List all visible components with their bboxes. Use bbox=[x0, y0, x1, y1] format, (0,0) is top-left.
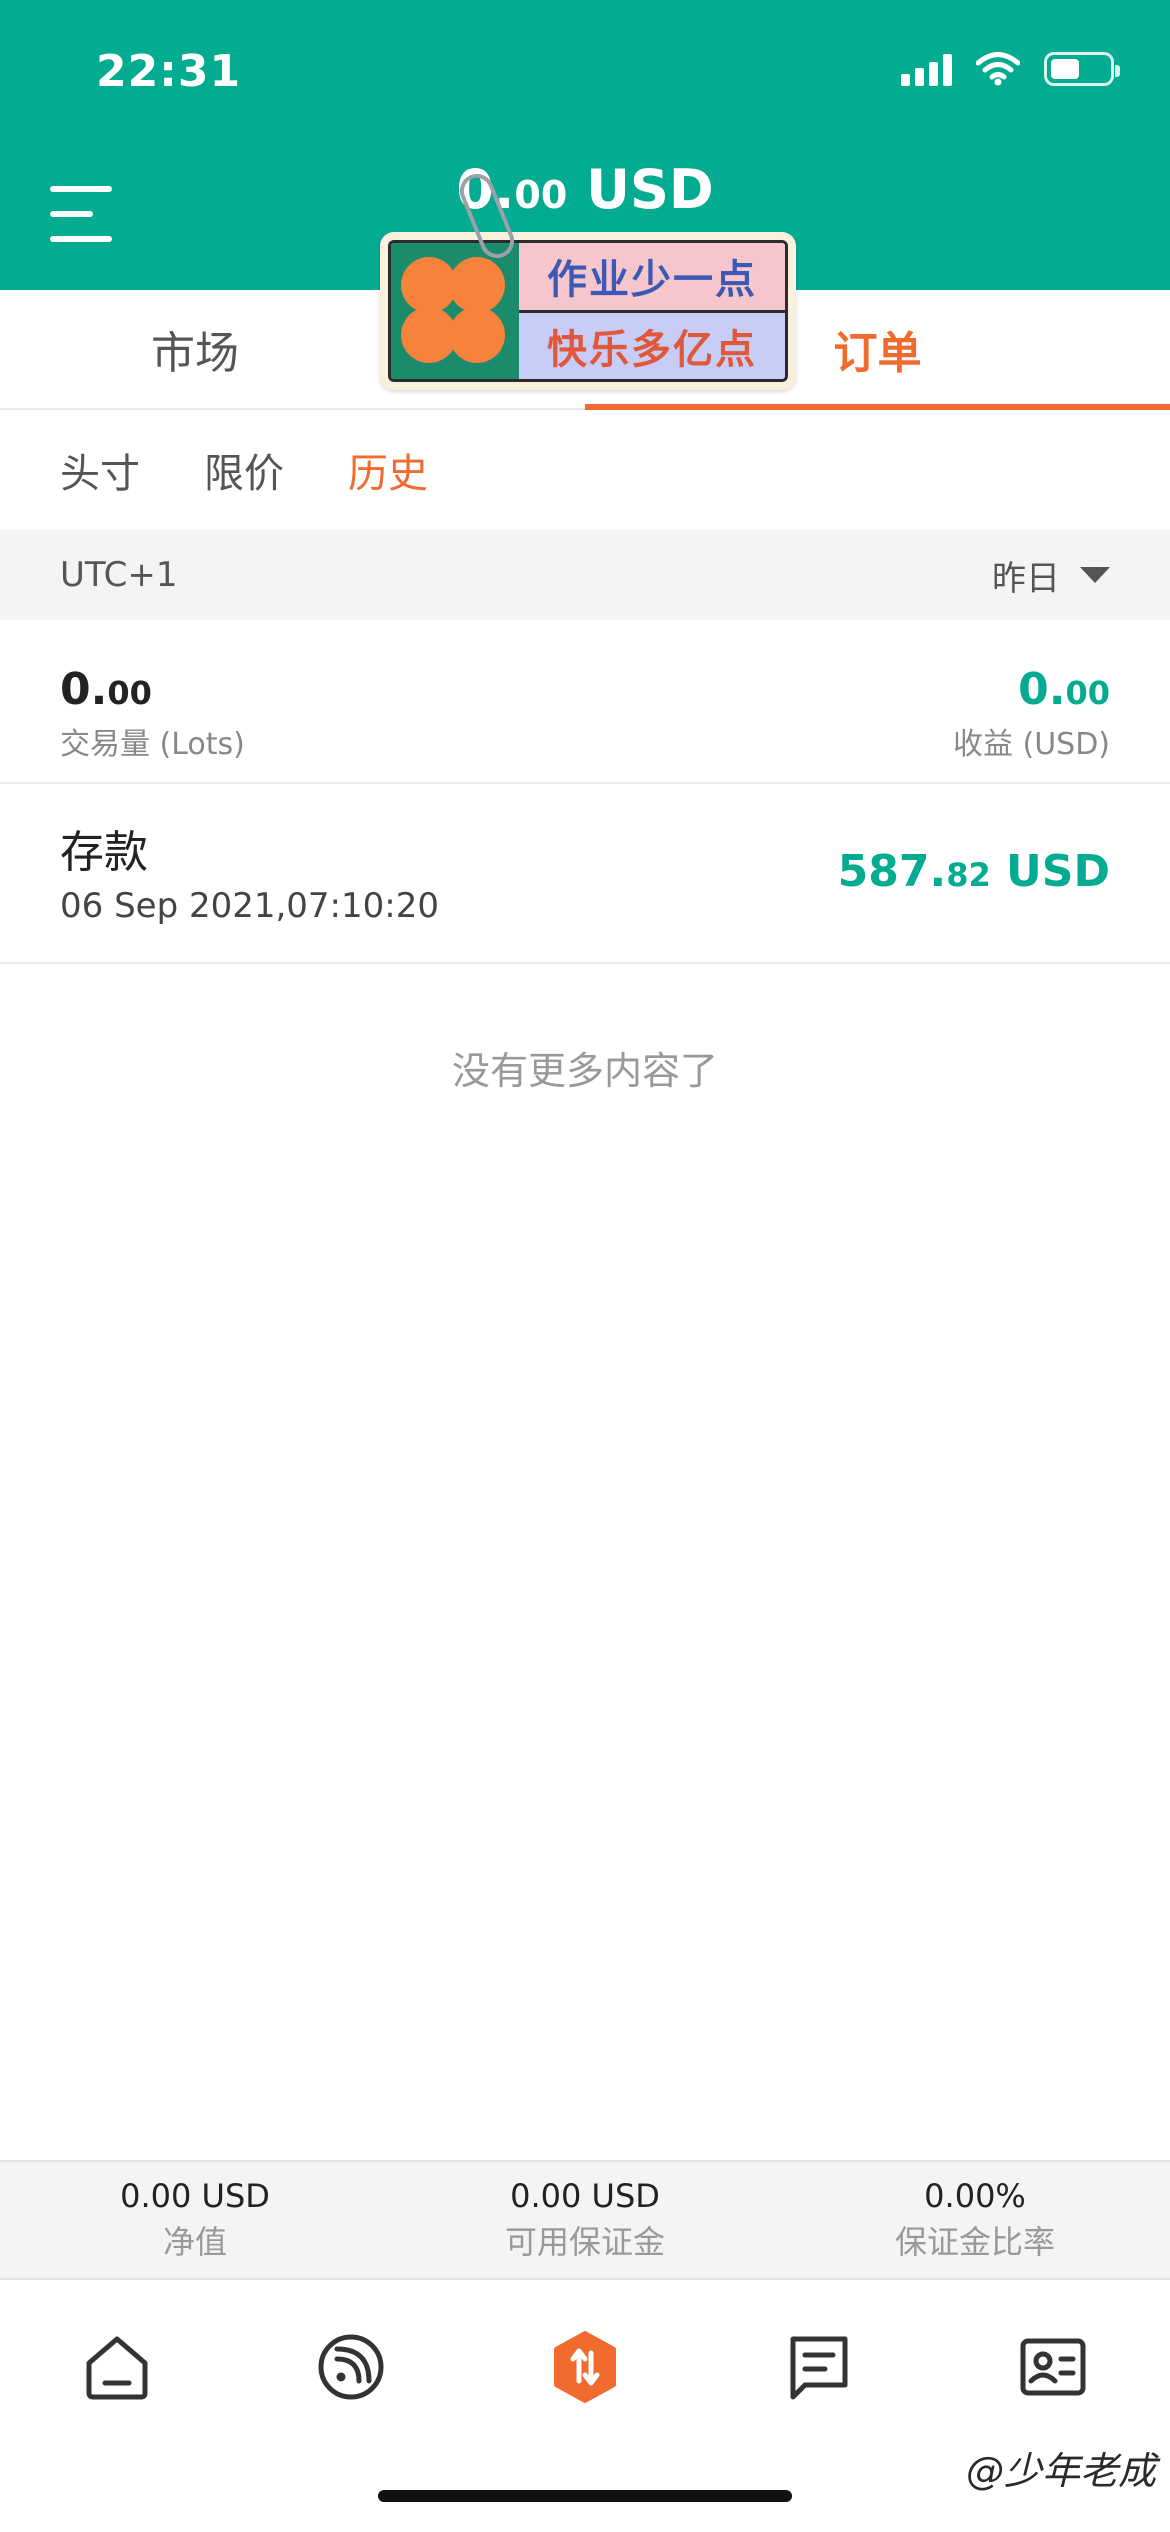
stat-label: 净值 bbox=[162, 2223, 227, 2261]
stat-free-margin: 0.00 USD 可用保证金 bbox=[390, 2162, 780, 2278]
home-icon bbox=[86, 2336, 148, 2400]
sticker-text-line1: 作业少一点 bbox=[519, 243, 785, 313]
tab-market[interactable]: 市场 bbox=[0, 290, 390, 408]
feed-icon bbox=[318, 2334, 384, 2400]
transaction-amount: 587.82 USD bbox=[837, 846, 1110, 897]
profit-value: 0.00 bbox=[1018, 664, 1110, 715]
nav-messages[interactable] bbox=[702, 2282, 936, 2452]
subtab-positions[interactable]: 头寸 bbox=[60, 441, 140, 499]
transaction-datetime: 06 Sep 2021,07:10:20 bbox=[60, 886, 439, 926]
stat-equity: 0.00 USD 净值 bbox=[0, 2162, 390, 2278]
stat-label: 可用保证金 bbox=[504, 2223, 665, 2261]
caret-down-icon bbox=[1080, 567, 1110, 583]
status-icons bbox=[901, 52, 1120, 86]
signal-icon bbox=[901, 52, 952, 86]
battery-icon bbox=[1044, 52, 1120, 86]
nav-home[interactable] bbox=[0, 2282, 234, 2452]
bottom-nav bbox=[0, 2282, 1170, 2452]
order-subtabs: 头寸 限价 历史 bbox=[0, 410, 1170, 530]
account-stats: 0.00 USD 净值 0.00 USD 可用保证金 0.00% 保证金比率 bbox=[0, 2160, 1170, 2280]
stat-margin-ratio: 0.00% 保证金比率 bbox=[780, 2162, 1170, 2278]
profit-label: 收益 (USD) bbox=[952, 727, 1110, 762]
nav-trade[interactable] bbox=[468, 2282, 702, 2452]
period-dropdown[interactable]: 昨日 bbox=[992, 551, 1110, 600]
volume-label: 交易量 (Lots) bbox=[60, 727, 245, 762]
period-value: 昨日 bbox=[992, 558, 1060, 599]
list-item[interactable]: 存款 06 Sep 2021,07:10:20 587.82 USD bbox=[0, 786, 1170, 964]
chat-icon bbox=[790, 2336, 848, 2400]
trade-icon bbox=[554, 2331, 616, 2403]
watermark: @少年老成 bbox=[965, 2449, 1156, 2493]
account-balance: 0.00 USD bbox=[456, 158, 714, 221]
stat-value: 0.00 USD bbox=[510, 2177, 660, 2215]
sticker-text-line2: 快乐多亿点 bbox=[519, 312, 785, 379]
timezone-label: UTC+1 bbox=[60, 555, 178, 595]
profile-card-icon bbox=[1020, 2338, 1086, 2396]
filter-bar: UTC+1 昨日 bbox=[0, 530, 1170, 620]
volume-value: 0.00 bbox=[60, 664, 152, 715]
history-summary: 0.00 交易量 (Lots) 0.00 收益 (USD) bbox=[0, 620, 1170, 784]
transaction-type: 存款 bbox=[60, 827, 148, 878]
nav-feed[interactable] bbox=[234, 2282, 468, 2452]
subtab-history[interactable]: 历史 bbox=[348, 441, 428, 499]
nav-profile[interactable] bbox=[936, 2282, 1170, 2452]
home-indicator[interactable] bbox=[378, 2490, 792, 2502]
end-of-list-text: 没有更多内容了 bbox=[451, 1049, 718, 1093]
sticker-overlay: 作业少一点 快乐多亿点 bbox=[380, 232, 796, 390]
subtab-limit[interactable]: 限价 bbox=[204, 441, 284, 499]
status-time: 22:31 bbox=[96, 46, 242, 97]
flower-icon bbox=[391, 243, 519, 379]
stat-label: 保证金比率 bbox=[894, 2223, 1055, 2261]
wifi-icon bbox=[976, 52, 1020, 86]
stat-value: 0.00% bbox=[924, 2177, 1026, 2215]
stat-value: 0.00 USD bbox=[120, 2177, 270, 2215]
